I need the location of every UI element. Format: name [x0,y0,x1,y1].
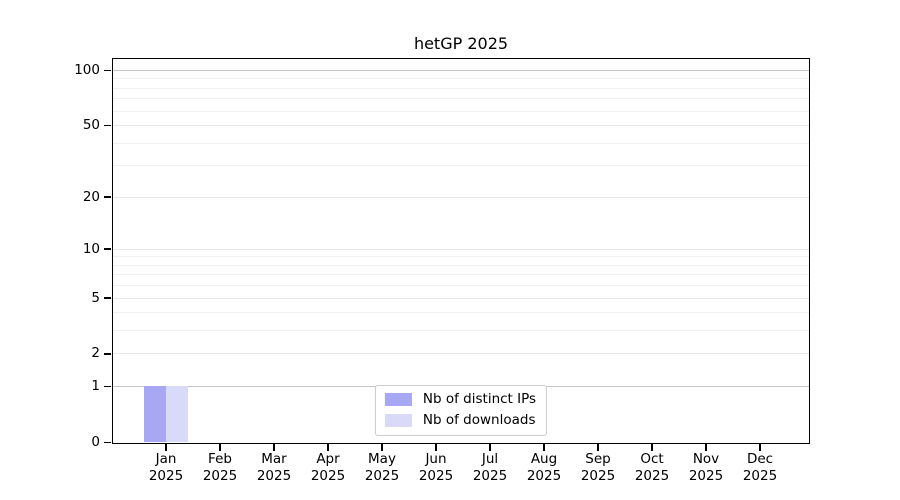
x-axis-tick [651,444,653,451]
gridline-minor [113,264,809,266]
y-axis-tick-label: 5 [91,289,100,306]
plot-area: Nb of distinct IPs Nb of downloads [112,58,810,444]
gridline-minor [113,98,809,100]
y-axis-tick [104,248,111,250]
x-axis-tick [381,444,383,451]
y-axis-tick-label: 2 [91,345,100,362]
gridline-major [113,297,809,299]
x-axis-tick [597,444,599,451]
y-axis-tick-label: 1 [91,378,100,395]
x-axis-tick [543,444,545,451]
y-axis-tick [104,196,111,198]
x-axis-tick [327,444,329,451]
gridline-minor [113,87,809,89]
x-axis-tick [489,444,491,451]
gridline-minor [113,78,809,80]
legend-label-distinct-ips: Nb of distinct IPs [422,391,537,407]
y-axis-tick-label: 0 [91,434,100,450]
chart-title: hetGP 2025 [413,34,509,53]
legend: Nb of distinct IPs Nb of downloads [374,385,548,436]
y-axis-tick [104,124,111,127]
bar-downloads [165,386,188,442]
x-axis-tick-label: Dec 2025 [715,451,805,485]
gridline-minor [113,256,809,258]
figure: hetGP 2025 Nb of distinct IPs Nb of down… [0,0,900,500]
gridline-major [113,196,809,198]
legend-item-distinct-ips: Nb of distinct IPs [384,391,537,408]
y-axis-tick-label: 100 [74,62,100,78]
y-axis-tick-label: 20 [82,188,100,205]
y-axis-tick [104,353,111,355]
gridline-minor [113,274,809,276]
legend-swatch-downloads [384,414,412,427]
bar-distinct-ips [143,386,166,442]
gridline-minor [113,330,809,332]
legend-swatch-distinct-ips [384,393,412,406]
x-axis-tick [219,444,221,451]
gridline-minor [113,165,809,167]
gridline-minor [113,142,809,144]
legend-label-downloads: Nb of downloads [422,412,536,428]
y-axis-tick [104,441,111,444]
gridline-major [113,125,809,127]
x-axis-tick [165,444,167,451]
x-axis-tick [759,444,761,451]
x-axis-year: 2025 [742,468,778,484]
gridline-major [113,353,809,355]
gridline-minor [113,110,809,112]
gridline-minor [113,285,809,287]
y-axis-tick-label: 10 [82,240,100,257]
x-axis-tick [273,444,275,451]
y-axis-tick [104,69,111,72]
y-axis-tick [104,385,111,388]
x-axis-tick [435,444,437,451]
gridline-major [113,248,809,250]
x-axis-month: Dec [746,451,774,467]
y-axis-tick [104,297,111,299]
x-axis-tick [705,444,707,451]
gridline-major-emphasis [113,70,809,72]
gridline-minor [113,312,809,314]
y-axis-tick-label: 50 [82,117,100,134]
legend-item-downloads: Nb of downloads [384,412,536,429]
